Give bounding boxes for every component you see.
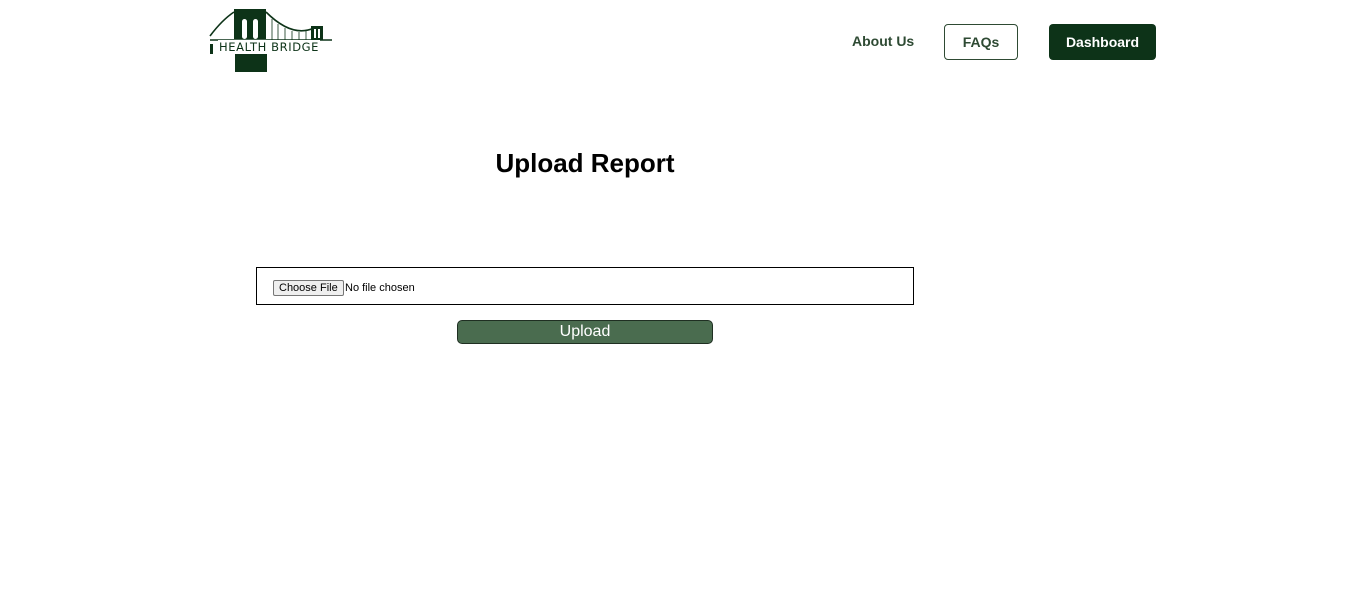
health-bridge-logo[interactable]: HEALTH BRIDGE — [208, 6, 332, 74]
logo-text: HEALTH BRIDGE — [218, 40, 321, 54]
choose-file-button[interactable]: Choose File — [273, 280, 344, 296]
page: HEALTH BRIDGE About Us FAQs Dashboard Up… — [0, 0, 1366, 613]
file-input-container: Choose File No file chosen — [256, 267, 914, 305]
nav-about-us-link[interactable]: About Us — [852, 33, 914, 49]
upload-button[interactable]: Upload — [457, 320, 713, 344]
page-title: Upload Report — [495, 148, 675, 178]
file-status-text: No file chosen — [345, 282, 415, 294]
nav-dashboard-button[interactable]: Dashboard — [1049, 24, 1156, 60]
nav-faqs-button[interactable]: FAQs — [944, 24, 1018, 60]
